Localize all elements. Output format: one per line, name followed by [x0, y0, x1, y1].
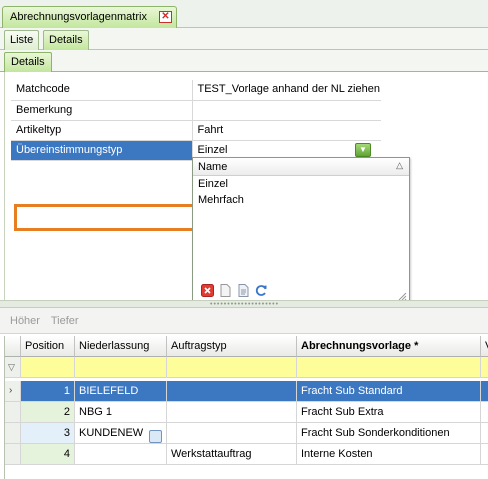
table-row[interactable]: 3 KUNDENEW Fracht Sub Sonderkonditionen [5, 423, 488, 444]
cell-abrechnungsvorlage[interactable]: Interne Kosten [297, 444, 481, 465]
column-header-v[interactable]: V [481, 336, 488, 357]
property-value-bemerkung[interactable] [192, 100, 381, 120]
filter-cell[interactable] [481, 357, 488, 378]
close-icon[interactable]: ✕ [159, 11, 172, 23]
property-label: Bemerkung [11, 100, 193, 120]
property-grid: Matchcode TEST_Vorlage anhand der NL zie… [11, 80, 381, 161]
cell-niederlassung[interactable] [75, 444, 167, 465]
property-value-matchcode[interactable]: TEST_Vorlage anhand der NL ziehen [192, 80, 381, 100]
cell-v[interactable] [481, 402, 488, 423]
tab-inner-details[interactable]: Details [4, 52, 52, 72]
grid-header-row: Position Niederlassung Auftragstyp Abrec… [5, 336, 488, 357]
row-selector[interactable] [5, 402, 21, 423]
column-header-niederlassung[interactable]: Niederlassung [75, 336, 167, 357]
cell-niederlassung[interactable]: BIELEFELD [75, 381, 167, 402]
filter-icon: ▽ [5, 357, 21, 378]
chevron-down-icon[interactable]: ▼ [355, 142, 371, 157]
property-row-bemerkung[interactable]: Bemerkung [11, 100, 381, 120]
filter-cell[interactable] [167, 357, 297, 378]
cell-position[interactable]: 4 [21, 444, 75, 465]
cell-v[interactable] [481, 381, 488, 402]
new-document-icon[interactable] [219, 284, 232, 297]
cell-position[interactable]: 1 [21, 381, 75, 402]
document-tab-strip: Abrechnungsvorlagenmatrix ✕ [0, 0, 488, 28]
property-label: Artikeltyp [11, 120, 193, 140]
inner-tab-strip: Details [0, 50, 488, 72]
splitter-grip-icon: •••••••••••••••••••• [210, 301, 280, 308]
column-header-abrechnungsvorlage[interactable]: Abrechnungsvorlage * [297, 336, 481, 357]
property-row-artikeltyp[interactable]: Artikeltyp Fahrt [11, 120, 381, 140]
cell-niederlassung-value: BIELEFELD [79, 385, 139, 397]
column-header-position[interactable]: Position [21, 336, 75, 357]
document-tab-abrechnungsvorlagenmatrix[interactable]: Abrechnungsvorlagenmatrix ✕ [2, 6, 177, 28]
table-row[interactable]: › 1 BIELEFELD Fracht Sub Standard [5, 381, 488, 443]
move-up-button[interactable]: Höher [10, 315, 40, 327]
dropdown-toolbar [201, 283, 401, 299]
filter-cell[interactable] [75, 357, 167, 378]
dropdown-header-label: Name [198, 161, 228, 173]
row-selector[interactable] [5, 444, 21, 465]
filter-cell[interactable] [21, 357, 75, 378]
row-selector-header [5, 336, 21, 357]
property-value-artikeltyp[interactable]: Fahrt [192, 120, 381, 140]
cell-niederlassung[interactable]: KUNDENEW [75, 423, 167, 444]
property-label: Matchcode [11, 80, 193, 100]
cell-auftragstyp[interactable] [167, 423, 297, 444]
panel-splitter[interactable]: •••••••••••••••••••• [0, 300, 488, 308]
dropdown-option-einzel[interactable]: Einzel [193, 176, 409, 192]
cell-abrechnungsvorlage[interactable]: Fracht Sub Sonderkonditionen [297, 423, 481, 444]
tab-details[interactable]: Details [43, 30, 89, 50]
combo-value: Einzel [197, 143, 228, 156]
cell-auftragstyp[interactable] [167, 381, 297, 402]
tab-details-label: Details [49, 34, 83, 46]
dropdown-column-header[interactable]: Name △ [193, 158, 409, 176]
cell-auftragstyp[interactable] [167, 402, 297, 423]
cell-position[interactable]: 3 [21, 423, 75, 444]
data-grid: Position Niederlassung Auftragstyp Abrec… [4, 336, 488, 479]
column-header-auftragstyp[interactable]: Auftragstyp [167, 336, 297, 357]
cell-position[interactable]: 2 [21, 402, 75, 423]
combo-dropdown-list[interactable]: Name △ Einzel Mehrfach [192, 157, 410, 304]
property-row-matchcode[interactable]: Matchcode TEST_Vorlage anhand der NL zie… [11, 80, 381, 100]
table-row[interactable]: 4 Werkstattauftrag Interne Kosten [5, 444, 488, 465]
refresh-icon[interactable] [255, 284, 268, 297]
filter-cell[interactable] [297, 357, 481, 378]
view-tab-strip: Liste Details [0, 28, 488, 50]
tab-liste-label: Liste [10, 34, 34, 46]
row-selector[interactable] [5, 423, 21, 444]
table-row[interactable]: 2 NBG 1 Fracht Sub Extra [5, 402, 488, 423]
delete-icon[interactable] [201, 284, 214, 297]
tab-inner-details-label: Details [11, 56, 45, 68]
document-tab-title: Abrechnungsvorlagenmatrix [10, 11, 147, 23]
tab-liste[interactable]: Liste [4, 30, 40, 50]
cell-abrechnungsvorlage[interactable]: Fracht Sub Extra [297, 402, 481, 423]
grid-toolbar: Höher Tiefer [0, 308, 488, 334]
sort-ascending-icon: △ [396, 160, 403, 170]
cell-auftragstyp[interactable]: Werkstattauftrag [167, 444, 297, 465]
cell-niederlassung[interactable]: NBG 1 [75, 402, 167, 423]
current-row-indicator-icon: › [5, 381, 21, 402]
edit-document-icon[interactable] [237, 284, 250, 297]
cell-abrechnungsvorlage[interactable]: Fracht Sub Standard [297, 381, 481, 402]
cell-v[interactable] [481, 423, 488, 444]
filter-row[interactable]: ▽ [5, 357, 488, 378]
dropdown-option-mehrfach[interactable]: Mehrfach [193, 192, 409, 208]
move-down-button[interactable]: Tiefer [51, 315, 79, 327]
property-label: Übereinstimmungstyp [11, 140, 193, 160]
cell-v[interactable] [481, 444, 488, 465]
